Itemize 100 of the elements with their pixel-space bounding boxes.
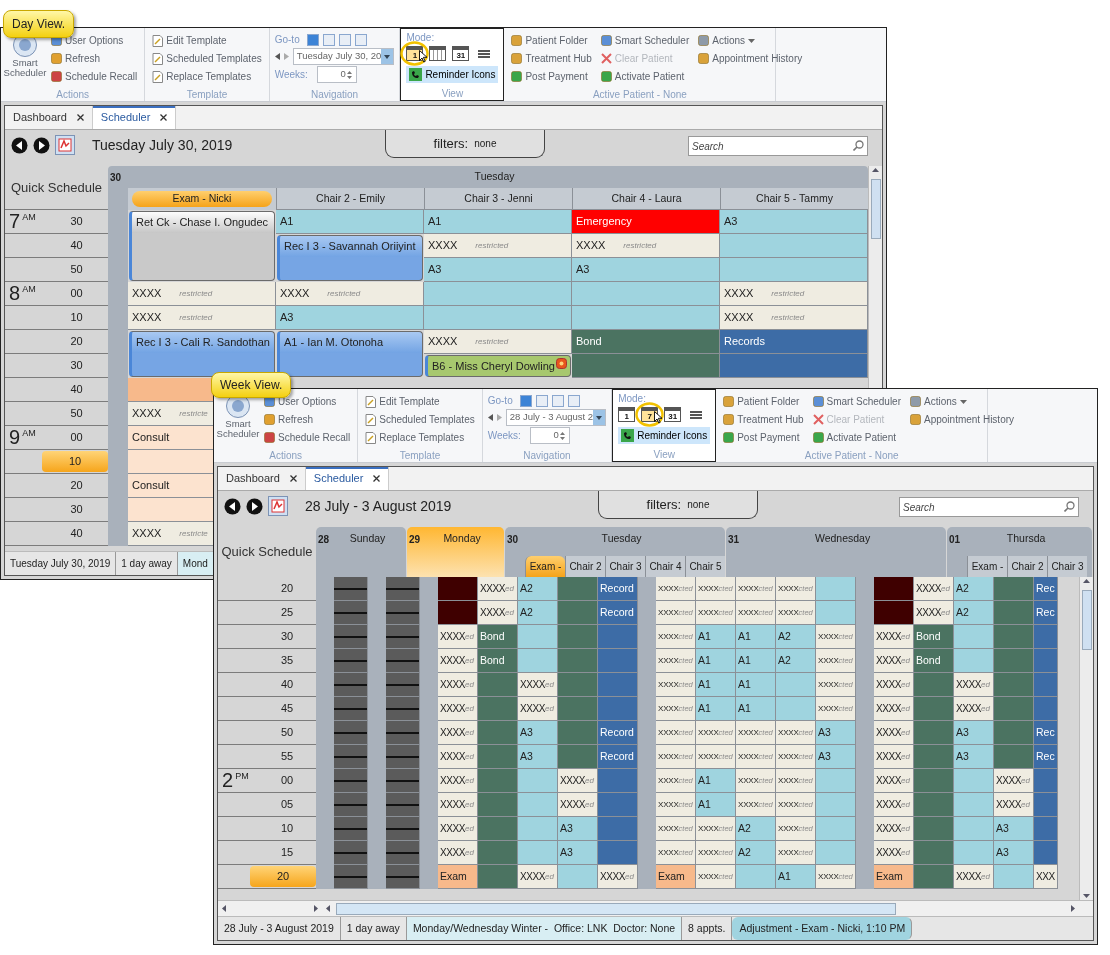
time-label[interactable]: 20: [45, 331, 108, 352]
restricted-slot[interactable]: XXXXed: [438, 625, 478, 649]
toolbar-button[interactable]: Actions: [908, 393, 1017, 410]
open-slot[interactable]: A3: [424, 258, 572, 282]
restricted-slot[interactable]: XXXXed: [438, 721, 478, 745]
open-slot[interactable]: A3: [518, 745, 558, 769]
day-header[interactable]: 28 Sunday: [316, 527, 406, 577]
filters-panel[interactable]: filters: none: [598, 491, 758, 519]
weeks-spinner[interactable]: 0: [529, 427, 570, 444]
column-header[interactable]: Chair 4 - Laura: [572, 188, 720, 210]
toolbar-button[interactable]: Replace Templates: [150, 68, 264, 85]
time-label[interactable]: 10: [45, 307, 108, 328]
restricted-slot[interactable]: XXXXed: [994, 769, 1034, 793]
toolbar-button[interactable]: Scheduled Templates: [363, 411, 477, 428]
restricted-slot[interactable]: XXXXed: [438, 817, 478, 841]
restricted-slot[interactable]: XXX: [1034, 865, 1058, 889]
search-field[interactable]: Search: [688, 136, 868, 156]
tab[interactable]: Dashboard: [218, 467, 306, 490]
time-label[interactable]: 00: [45, 283, 108, 304]
time-label[interactable]: 20: [45, 475, 108, 496]
toolbar-button[interactable]: Smart Scheduler: [598, 32, 692, 49]
booked-slot[interactable]: Rec: [1034, 577, 1058, 601]
restricted-slot[interactable]: XXXXed: [874, 745, 914, 769]
column-header[interactable]: Chair 2 - Emily: [276, 188, 424, 210]
time-label[interactable]: 30: [258, 626, 316, 647]
toolbar-button[interactable]: Treatment Hub: [721, 411, 806, 428]
day-header[interactable]: 29 Monday: [407, 527, 504, 577]
time-label[interactable]: 35: [258, 650, 316, 671]
appointment-block[interactable]: Rec I 3 - Savannah Oriiyint: [277, 235, 423, 258]
toolbar-button[interactable]: Post Payment: [509, 68, 594, 85]
restricted-slot[interactable]: XXXXed: [874, 721, 914, 745]
open-slot[interactable]: A2: [736, 817, 776, 841]
column-header[interactable]: Chair 2: [565, 556, 605, 577]
restricted-slot[interactable]: XXXXed: [598, 865, 638, 889]
booked-slot[interactable]: Rec: [1034, 745, 1058, 769]
weeks-spinner[interactable]: 0: [316, 66, 357, 83]
toolbar-button[interactable]: Appointment History: [908, 411, 1017, 428]
time-label[interactable]: 40: [258, 674, 316, 695]
time-label[interactable]: 40: [45, 379, 108, 400]
restricted-slot[interactable]: XXXXed: [874, 697, 914, 721]
column-header[interactable]: Exam -: [967, 556, 1007, 577]
time-label[interactable]: 30: [45, 499, 108, 520]
day-header[interactable]: 01 Thursda Exam - Chair 2 Chair 3: [947, 527, 1092, 577]
column-header[interactable]: Chair 5 - Tammy: [720, 188, 868, 210]
day-header[interactable]: 31 Wednesday: [726, 527, 946, 577]
booked-slot[interactable]: Record: [598, 577, 638, 601]
reminder-icons-toggle[interactable]: Reminder Icons: [406, 65, 499, 83]
open-slot[interactable]: A1: [776, 865, 816, 889]
filters-panel[interactable]: filters: none: [385, 130, 545, 158]
restricted-slot[interactable]: XXXXed: [874, 817, 914, 841]
time-label[interactable]: 30: [45, 355, 108, 376]
restricted-slot[interactable]: XXXXed: [518, 697, 558, 721]
quick-schedule-label[interactable]: Quick Schedule: [5, 166, 108, 210]
appointment-block[interactable]: A1 - Ian M. Otonoha: [277, 331, 423, 354]
time-label[interactable]: 10: [42, 451, 108, 472]
restricted-slot[interactable]: XXXXed: [518, 865, 558, 889]
restricted-slot[interactable]: XXXX restricted: [572, 234, 720, 258]
column-header[interactable]: Exam - Nicki: [132, 191, 272, 207]
restricted-slot[interactable]: XXXXed: [558, 793, 598, 817]
open-slot[interactable]: A2: [518, 577, 558, 601]
booked-slot[interactable]: Rec: [1034, 601, 1058, 625]
open-slot[interactable]: A1: [696, 793, 736, 817]
time-label[interactable]: 50: [45, 259, 108, 280]
open-slot[interactable]: A3: [816, 745, 856, 769]
booked-slot[interactable]: Record: [598, 745, 638, 769]
restricted-slot[interactable]: XXXX restricted: [276, 282, 424, 306]
toolbar-button[interactable]: Edit Template: [150, 32, 264, 49]
restricted-slot[interactable]: XXXX restricted: [424, 234, 572, 258]
time-label[interactable]: 10: [258, 818, 316, 839]
time-label[interactable]: 15: [258, 842, 316, 863]
tab[interactable]: Scheduler: [305, 467, 390, 490]
restricted-slot[interactable]: XXXXed: [478, 601, 518, 625]
open-slot[interactable]: A3: [994, 841, 1034, 865]
restricted-slot[interactable]: XXXXed: [438, 769, 478, 793]
toolbar-button[interactable]: Schedule Recall: [49, 68, 140, 85]
search-field[interactable]: Search: [899, 497, 1079, 517]
restricted-slot[interactable]: XXXXed: [914, 601, 954, 625]
column-header[interactable]: Chair 3 - Jenni: [424, 188, 572, 210]
open-slot[interactable]: A2: [736, 841, 776, 865]
booked-slot[interactable]: Record: [598, 721, 638, 745]
restricted-slot[interactable]: XXXXed: [438, 841, 478, 865]
toolbar-button[interactable]: Edit Template: [363, 393, 477, 410]
open-slot[interactable]: A3: [518, 721, 558, 745]
open-slot[interactable]: A3: [954, 721, 994, 745]
restricted-slot[interactable]: XXXXed: [478, 577, 518, 601]
open-slot[interactable]: A1: [276, 210, 424, 234]
toolbar-button[interactable]: Post Payment: [721, 429, 806, 446]
booked-slot[interactable]: Bond: [572, 330, 720, 354]
toolbar-button[interactable]: Patient Folder: [721, 393, 806, 410]
tab[interactable]: Scheduler: [92, 106, 177, 129]
restricted-slot[interactable]: XXXXed: [874, 673, 914, 697]
time-label[interactable]: 25: [258, 602, 316, 623]
restricted-slot[interactable]: XXXXed: [874, 841, 914, 865]
restricted-slot[interactable]: XXXXed: [874, 625, 914, 649]
time-label[interactable]: 00: [45, 427, 108, 448]
open-slot[interactable]: A3: [276, 306, 424, 330]
appointment-block[interactable]: B6 - Miss Cheryl Dowling: [425, 355, 571, 377]
open-slot[interactable]: A3: [954, 745, 994, 769]
open-slot[interactable]: A1: [696, 673, 736, 697]
open-slot[interactable]: A1: [736, 697, 776, 721]
